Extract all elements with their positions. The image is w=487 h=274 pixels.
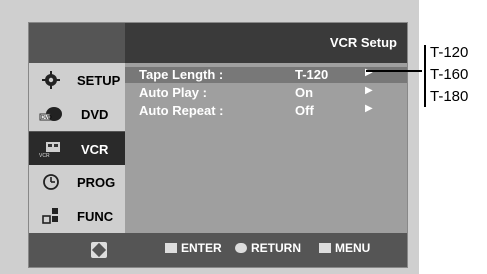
panel-header: VCR Setup: [125, 23, 407, 63]
callout-option: T-120: [430, 44, 469, 61]
sidebar-item-label: FUNC: [77, 208, 114, 224]
enter-hint: ENTER: [165, 241, 222, 255]
timer-icon: [37, 172, 65, 192]
setting-value: Off: [295, 103, 314, 118]
setting-value: T-120: [295, 67, 329, 82]
sidebar-item-label: PROG: [77, 174, 116, 190]
osd-screen: SETUP DVD DVD VCR VCR PROG FUNC VCR Setu…: [28, 22, 408, 268]
sidebar-item-vcr[interactable]: VCR VCR: [29, 131, 125, 167]
chevron-right-icon: ▶: [365, 67, 373, 78]
menu-label: MENU: [335, 241, 371, 255]
main-panel: VCR Setup Tape Length : T-120 ▶ Auto Pla…: [125, 23, 407, 233]
bottom-bar: ENTER RETURN MENU: [29, 233, 407, 267]
callout-option: T-180: [430, 88, 469, 105]
menu-icon: [319, 243, 331, 253]
setting-label: Tape Length :: [139, 67, 224, 82]
sidebar-item-label: SETUP: [77, 72, 121, 88]
page-title: VCR Setup: [329, 35, 397, 50]
dvd-icon: DVD: [37, 104, 65, 124]
setting-row-tape-length[interactable]: Tape Length : T-120 ▶: [125, 67, 407, 83]
sidebar: SETUP DVD DVD VCR VCR PROG FUNC: [29, 23, 125, 233]
dpad-icon: [91, 242, 107, 258]
setting-label: Auto Repeat :: [139, 103, 224, 118]
function-icon: [37, 206, 65, 226]
sidebar-header: [29, 23, 125, 63]
gear-icon: [37, 70, 65, 90]
setting-label: Auto Play :: [139, 85, 207, 100]
callout-bracket: [424, 45, 426, 107]
sidebar-item-func[interactable]: FUNC: [29, 199, 125, 233]
sidebar-item-label: VCR: [81, 141, 109, 157]
svg-text:VCR: VCR: [39, 153, 50, 159]
tv-bezel: SETUP DVD DVD VCR VCR PROG FUNC VCR Setu…: [0, 0, 419, 274]
callout-line: [366, 70, 422, 72]
setting-row-auto-repeat[interactable]: Auto Repeat : Off ▶: [125, 103, 407, 119]
callout-option: T-160: [430, 66, 469, 83]
chevron-right-icon: ▶: [365, 85, 373, 96]
sidebar-item-prog[interactable]: PROG: [29, 165, 125, 199]
sidebar-item-label: DVD: [81, 106, 109, 122]
enter-label: ENTER: [181, 241, 222, 255]
setting-value: On: [295, 85, 314, 100]
sidebar-item-setup[interactable]: SETUP: [29, 63, 125, 97]
vcr-icon: VCR: [37, 139, 65, 159]
enter-icon: [165, 243, 177, 253]
return-hint: RETURN: [235, 241, 301, 255]
sidebar-item-dvd[interactable]: DVD DVD: [29, 97, 125, 131]
svg-text:DVD: DVD: [41, 115, 52, 121]
return-icon: [235, 243, 247, 253]
chevron-right-icon: ▶: [365, 103, 373, 114]
return-label: RETURN: [251, 241, 301, 255]
menu-hint: MENU: [319, 241, 370, 255]
setting-row-auto-play[interactable]: Auto Play : On ▶: [125, 85, 407, 101]
